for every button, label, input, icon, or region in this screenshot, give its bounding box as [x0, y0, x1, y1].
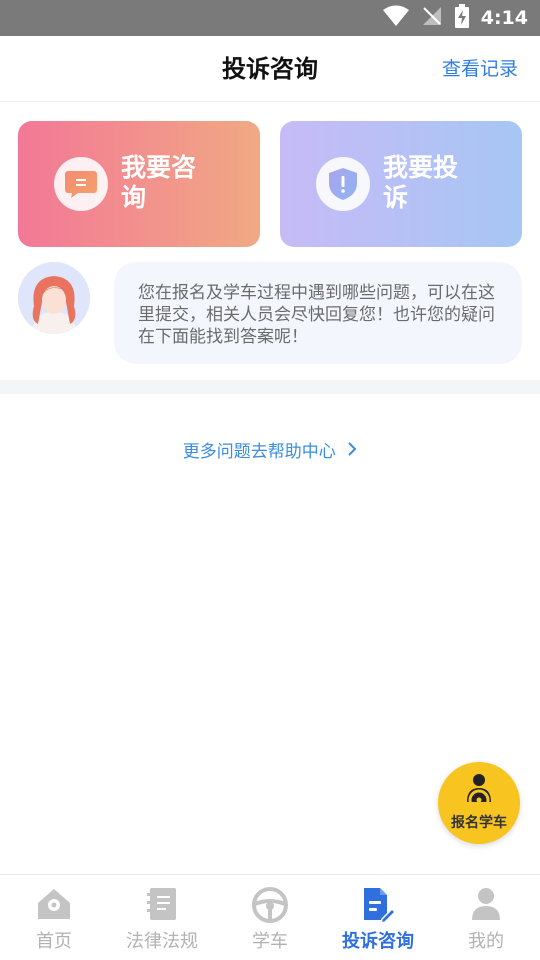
- section-divider: [0, 380, 540, 394]
- user-icon: [432, 887, 540, 925]
- assistant-message-text: 您在报名及学车过程中遇到哪些问题，可以在这里提交，相关人员会尽快回复您！也许您的…: [138, 283, 495, 347]
- enroll-driving-label: 报名学车: [451, 815, 507, 831]
- consult-card-label: 我要咨询: [121, 153, 197, 212]
- view-records-link[interactable]: 查看记录: [442, 36, 518, 102]
- status-bar: 4:14: [0, 0, 540, 36]
- tab-home-label: 首页: [36, 931, 72, 952]
- tab-laws-label: 法律法规: [126, 931, 198, 952]
- shield-alert-icon: [316, 157, 370, 211]
- chat-bubble-icon: [54, 157, 108, 211]
- bottom-tabbar: 首页 法律法规 学车 投诉咨询 我的: [0, 874, 540, 960]
- help-center-link[interactable]: 更多问题去帮助中心: [0, 438, 540, 466]
- navbar: 投诉咨询 查看记录: [0, 36, 540, 102]
- assistant-message-bubble: 您在报名及学车过程中遇到哪些问题，可以在这里提交，相关人员会尽快回复您！也许您的…: [114, 262, 522, 364]
- consult-card[interactable]: 我要咨询: [18, 121, 260, 247]
- wifi-icon: [382, 5, 409, 31]
- complaint-doc-icon: [324, 887, 432, 925]
- tab-learn-driving-label: 学车: [252, 931, 288, 952]
- tab-laws[interactable]: 法律法规: [108, 875, 216, 960]
- tab-profile[interactable]: 我的: [432, 875, 540, 960]
- steering-wheel-icon: [216, 887, 324, 925]
- no-signal-icon: [421, 5, 443, 31]
- home-location-icon: [0, 887, 108, 925]
- tab-learn-driving[interactable]: 学车: [216, 875, 324, 960]
- tab-home[interactable]: 首页: [0, 875, 108, 960]
- complain-card[interactable]: 我要投诉: [280, 121, 522, 247]
- tab-profile-label: 我的: [468, 931, 504, 952]
- chevron-right-icon: [347, 438, 357, 466]
- driver-wheel-icon: [463, 772, 495, 812]
- tab-complaint-consult[interactable]: 投诉咨询: [324, 875, 432, 960]
- enroll-driving-fab[interactable]: 报名学车: [438, 762, 520, 844]
- status-time: 4:14: [480, 7, 528, 29]
- complain-card-label: 我要投诉: [383, 153, 459, 212]
- customer-service-avatar: [18, 262, 90, 334]
- battery-charging-icon: [454, 4, 469, 32]
- tab-complaint-consult-label: 投诉咨询: [342, 931, 414, 952]
- law-book-icon: [108, 887, 216, 925]
- help-center-label: 更多问题去帮助中心: [182, 442, 336, 462]
